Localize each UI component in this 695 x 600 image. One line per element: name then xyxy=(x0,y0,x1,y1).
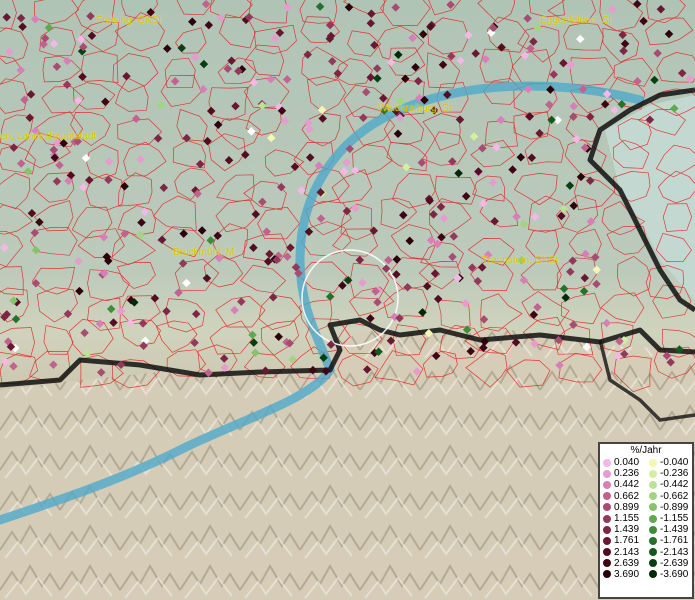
legend-label: 1.761 xyxy=(614,535,640,547)
legend-label: 1.155 xyxy=(614,512,640,524)
legend-swatch xyxy=(603,503,611,512)
legend-label: 0.040 xyxy=(614,457,640,468)
legend-row: 2.639 -2.639 xyxy=(600,558,692,569)
city-label-bruckmuehl: Bruckmühl, M xyxy=(173,247,235,258)
legend-entry-positive: 2.143 xyxy=(600,547,646,558)
legend-entry-positive: 0.662 xyxy=(600,491,646,502)
legend-entry-positive: 0.899 xyxy=(600,502,646,513)
legend-entry-positive: 1.439 xyxy=(600,524,646,535)
legend-label: 1.439 xyxy=(614,524,640,536)
legend-label: -1.155 xyxy=(660,512,689,524)
legend-rows: 0.040 -0.040 0.236 -0.236 0.442 -0.442 0.662 -0… xyxy=(600,457,692,580)
legend-row: 0.236 -0.236 xyxy=(600,468,692,479)
legend-title: %/Jahr xyxy=(630,445,662,456)
legend-label: 3.690 xyxy=(614,568,640,580)
legend-entry-negative: -0.040 xyxy=(646,457,692,468)
legend-swatch xyxy=(649,503,657,512)
legend-label: 2.143 xyxy=(614,546,640,558)
legend-swatch xyxy=(603,480,611,489)
legend-swatch xyxy=(649,514,657,523)
legend-swatch xyxy=(603,469,611,478)
legend-swatch xyxy=(649,469,657,478)
legend-row: 1.155 -1.155 xyxy=(600,513,692,524)
legend-row: 0.662 -0.662 xyxy=(600,491,692,502)
legend-entry-positive: 0.442 xyxy=(600,479,646,490)
legend-entry-positive: 1.761 xyxy=(600,535,646,546)
city-label-freising: Freising, GKSt xyxy=(96,15,162,26)
legend-label: 0.899 xyxy=(614,501,640,513)
legend-row: 1.439 -1.439 xyxy=(600,524,692,535)
legend-entry-negative: -2.143 xyxy=(646,547,692,558)
map-view[interactable]: Freising, GKSt Eggenfelden, St Waldkraib… xyxy=(0,0,695,600)
legend-label: -0.662 xyxy=(660,490,689,502)
city-label-muenchen: en, Landeshauptstadt xyxy=(0,131,97,142)
legend-label: -0.236 xyxy=(660,468,689,480)
legend-swatch xyxy=(603,514,611,523)
legend-swatch xyxy=(603,559,611,568)
legend-swatch xyxy=(649,458,657,467)
legend-row: 0.040 -0.040 xyxy=(600,457,692,468)
legend-label: -1.439 xyxy=(660,524,689,536)
legend-swatch xyxy=(603,570,611,579)
legend-entry-negative: -0.899 xyxy=(646,502,692,513)
legend-entry-positive: 0.236 xyxy=(600,468,646,479)
map-canvas xyxy=(0,0,695,600)
legend-label: 0.662 xyxy=(614,490,640,502)
legend-entry-positive: 1.155 xyxy=(600,513,646,524)
legend-swatch xyxy=(603,525,611,534)
legend-swatch xyxy=(649,570,657,579)
legend-entry-positive: 3.690 xyxy=(600,569,646,580)
legend-swatch xyxy=(603,548,611,557)
legend-row: 2.143 -2.143 xyxy=(600,547,692,558)
legend-label: 2.639 xyxy=(614,557,640,569)
legend-swatch xyxy=(649,492,657,501)
city-label-traunstein: Traunstein, GKSt xyxy=(482,255,559,266)
legend-label: -3.690 xyxy=(660,568,689,580)
legend-entry-positive: 2.639 xyxy=(600,558,646,569)
legend-swatch xyxy=(603,492,611,501)
legend-entry-negative: -0.236 xyxy=(646,468,692,479)
legend-swatch xyxy=(603,536,611,545)
legend-entry-negative: -2.639 xyxy=(646,558,692,569)
legend-swatch xyxy=(649,480,657,489)
legend-label: -2.143 xyxy=(660,546,689,558)
legend-swatch xyxy=(603,458,611,467)
legend-row: 0.899 -0.899 xyxy=(600,502,692,513)
legend-entry-negative: -1.155 xyxy=(646,513,692,524)
legend-label: -1.761 xyxy=(660,535,689,547)
city-label-waldkraiburg: Waldkraiburg, St xyxy=(378,103,452,114)
legend-swatch xyxy=(649,525,657,534)
legend-entry-negative: -3.690 xyxy=(646,569,692,580)
legend-row: 1.761 -1.761 xyxy=(600,535,692,546)
legend-label: 0.442 xyxy=(614,479,640,491)
legend-entry-negative: -0.442 xyxy=(646,479,692,490)
legend-row: 0.442 -0.442 xyxy=(600,479,692,490)
map-legend: %/Jahr 0.040 -0.040 0.236 -0.236 0.442 -0.442… xyxy=(598,442,694,599)
city-label-eggenfelden: Eggenfelden, St xyxy=(540,15,612,26)
legend-entry-positive: 0.040 xyxy=(600,457,646,468)
legend-label: -2.639 xyxy=(660,557,689,569)
legend-entry-negative: -0.662 xyxy=(646,491,692,502)
legend-row: 3.690 -3.690 xyxy=(600,569,692,580)
legend-entry-negative: -1.439 xyxy=(646,524,692,535)
legend-label: -0.040 xyxy=(660,457,689,468)
legend-label: 0.236 xyxy=(614,468,640,480)
legend-swatch xyxy=(649,536,657,545)
legend-entry-negative: -1.761 xyxy=(646,535,692,546)
legend-swatch xyxy=(649,559,657,568)
legend-label: -0.899 xyxy=(660,501,689,513)
legend-swatch xyxy=(649,548,657,557)
legend-label: -0.442 xyxy=(660,479,689,491)
